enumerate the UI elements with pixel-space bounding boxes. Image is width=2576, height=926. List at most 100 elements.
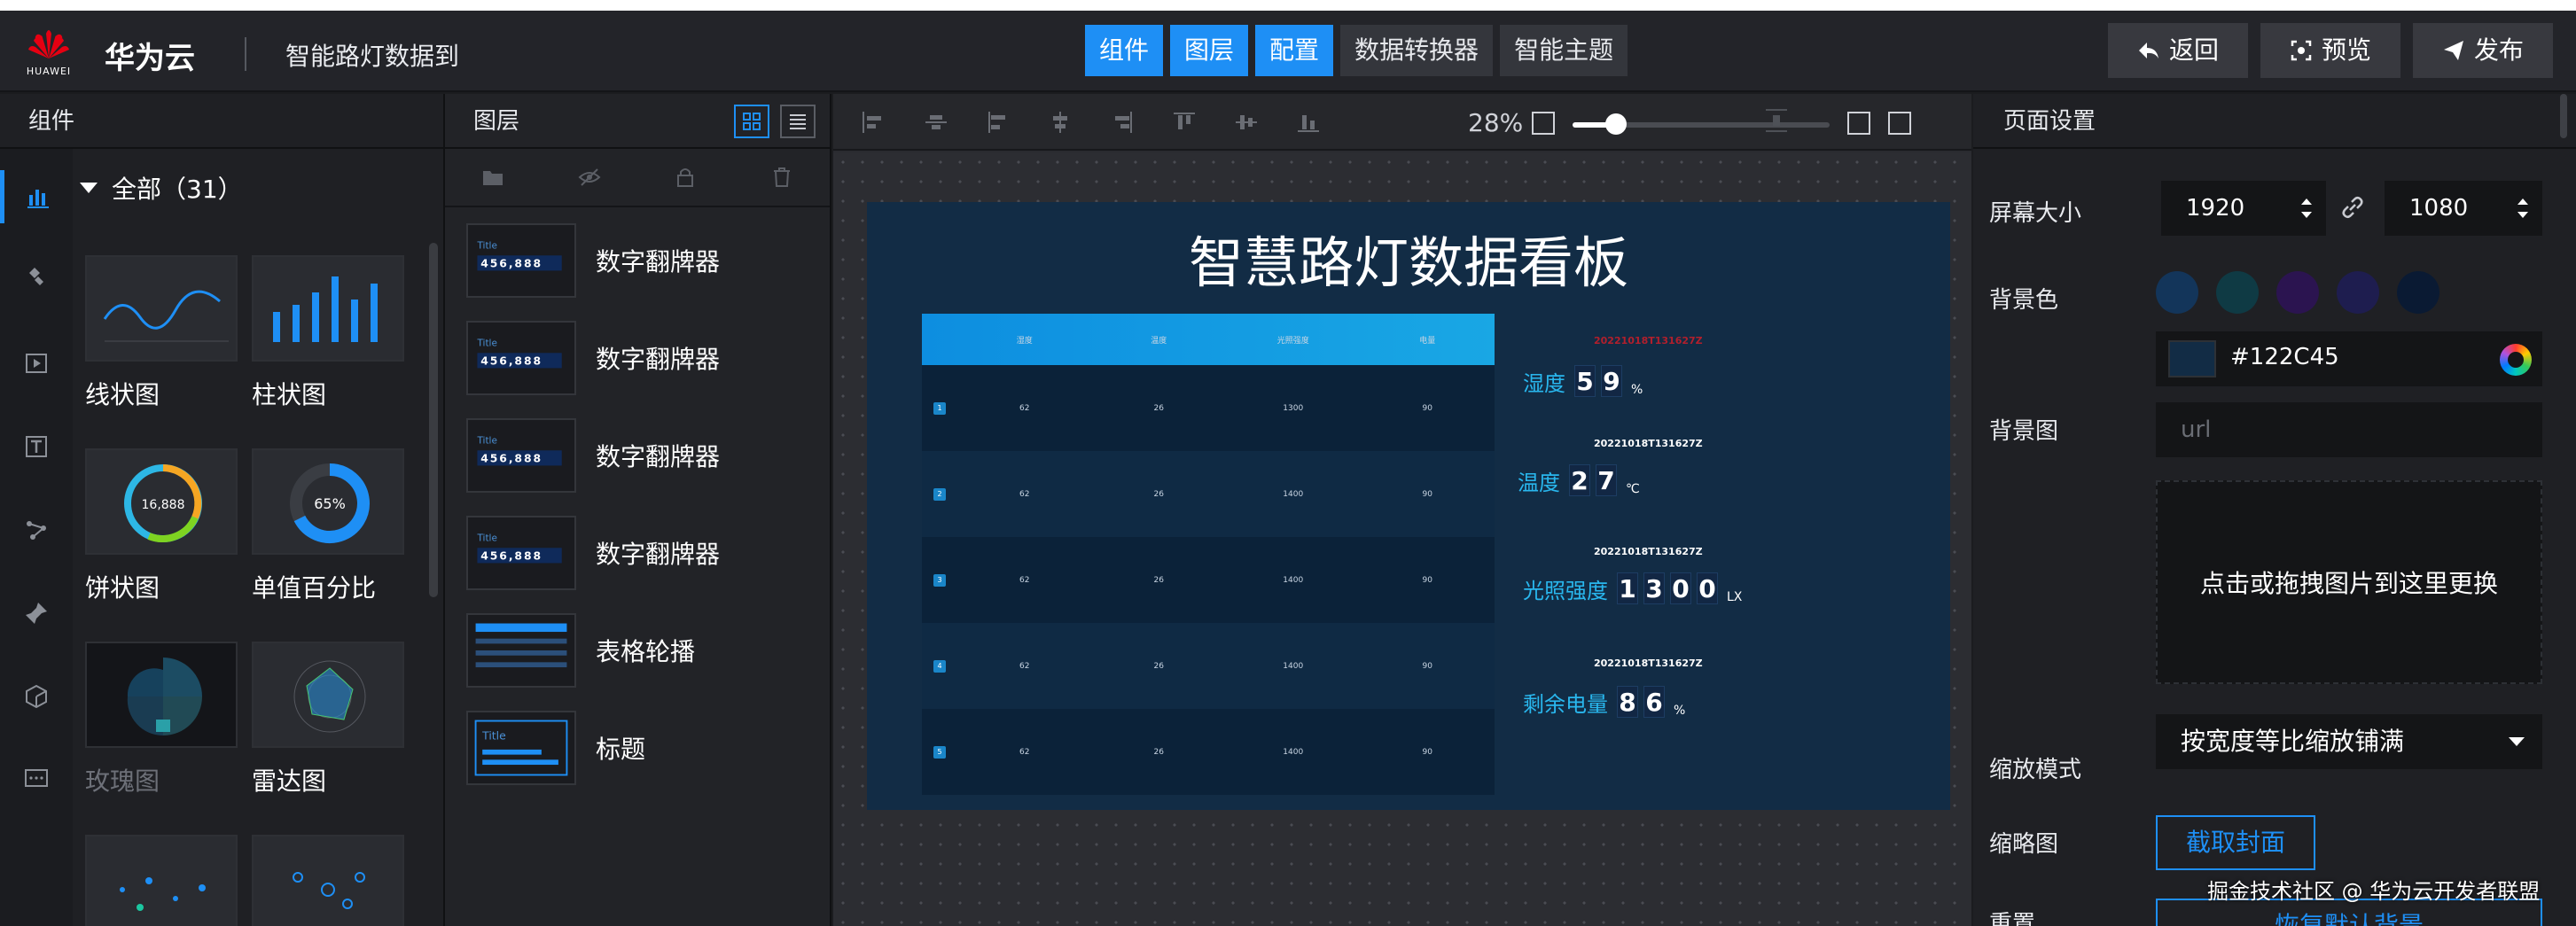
spinner-icon[interactable] (2516, 195, 2530, 222)
list-icon (790, 114, 806, 129)
layers-panel: 图层 Title 456,888 数字翻牌器 Title 456,888 数字翻牌器… (445, 94, 831, 926)
bar-chart-thumb-icon (252, 255, 404, 362)
publish-label: 发布 (2473, 35, 2524, 65)
table-row: 1 62 26 1300 90 (922, 365, 1495, 451)
delete-icon[interactable] (769, 165, 794, 190)
component-percent-ring[interactable]: 65% 单值百分比 (252, 448, 408, 604)
table-cell: 1400 (1283, 747, 1304, 757)
scale-mode-select[interactable]: 按宽度等比缩放铺满 (2156, 714, 2542, 769)
align-right-icon[interactable] (1108, 108, 1136, 136)
board-title[interactable]: 智慧路灯数据看板 (867, 218, 1950, 298)
component-scatter-1[interactable] (85, 835, 241, 926)
flip-counter-temperature[interactable]: 温度 2 7 ℃ (1518, 464, 1640, 496)
layer-thumb-digits: 456,888 (480, 258, 543, 270)
spinner-icon[interactable] (2299, 195, 2314, 222)
rail-map[interactable] (0, 250, 73, 303)
align-left-icon[interactable] (860, 108, 888, 136)
align-center-icon[interactable] (1046, 108, 1074, 136)
color-swatch[interactable] (2156, 271, 2198, 314)
category-toggle[interactable]: 全部（31） (80, 170, 243, 206)
list-view-button[interactable] (780, 105, 816, 138)
color-swatch[interactable] (2397, 271, 2439, 314)
component-rose-chart[interactable]: 玫瑰图 (85, 642, 241, 798)
rail-chart[interactable] (0, 170, 73, 223)
settings-scrollbar[interactable] (2560, 94, 2567, 138)
hide-icon[interactable] (577, 165, 602, 190)
flip-counter-light[interactable]: 光照强度 1 3 0 0 LX (1523, 572, 1742, 604)
publish-button[interactable]: 发布 (2413, 23, 2553, 78)
preview-button[interactable]: 预览 (2260, 23, 2400, 78)
color-picker-icon[interactable] (2500, 344, 2532, 376)
huawei-logo: HUAWEI (21, 25, 76, 80)
flip-unit: % (1674, 704, 1686, 718)
screen-size-label: 屏幕大小 (1989, 200, 2082, 227)
align-left-2-icon[interactable] (984, 108, 1012, 136)
align-bottom-icon[interactable] (1294, 108, 1323, 136)
fit-screen-button[interactable] (1888, 112, 1911, 135)
flip-label: 光照强度 (1523, 579, 1608, 603)
rail-relation[interactable] (0, 503, 73, 556)
folder-icon[interactable] (480, 165, 505, 190)
layer-item-table[interactable]: 表格轮播 (466, 613, 821, 688)
screen-width-input[interactable]: 1920 (2161, 181, 2326, 236)
capture-cover-button[interactable]: 截取封面 (2156, 815, 2315, 870)
rail-material[interactable] (0, 670, 73, 723)
back-button[interactable]: 返回 (2108, 23, 2248, 78)
color-swatch[interactable] (2337, 271, 2379, 314)
rail-text[interactable] (0, 420, 73, 473)
rail-interaction[interactable] (0, 587, 73, 640)
network-icon (27, 521, 46, 540)
tab-layers[interactable]: 图层 (1170, 25, 1249, 76)
rail-more[interactable] (0, 751, 73, 805)
distribute-vertical-icon[interactable] (1762, 106, 1791, 135)
link-icon[interactable] (2338, 193, 2367, 222)
color-preview-chip[interactable] (2168, 340, 2216, 377)
bg-image-dropzone[interactable]: 点击或拖拽图片到这里更换 (2156, 480, 2542, 684)
rail-media[interactable] (0, 337, 73, 390)
more-icon (25, 769, 48, 787)
flip-counter-battery[interactable]: 剩余电量 8 6 % (1523, 686, 1685, 718)
tab-config[interactable]: 配置 (1255, 25, 1334, 76)
media-icon (26, 354, 47, 373)
lock-icon[interactable] (673, 165, 698, 190)
component-pie-chart[interactable]: 16,888 饼状图 (85, 448, 241, 604)
canvas-stage[interactable]: 智慧路灯数据看板 湿度 温度 光照强度 电量 1 62 26 1300 90 2… (833, 152, 1971, 926)
component-bar-chart[interactable]: 柱状图 (252, 255, 408, 411)
layer-name: 数字翻牌器 (596, 345, 721, 374)
component-radar-chart[interactable]: 雷达图 (252, 642, 408, 798)
align-middle-icon[interactable] (1232, 108, 1261, 136)
component-line-chart[interactable]: 线状图 (85, 255, 241, 411)
tab-data-transformer[interactable]: 数据转换器 (1340, 25, 1494, 76)
flip-digit: 0 (1670, 572, 1691, 604)
bg-url-input[interactable]: url (2156, 402, 2542, 457)
layer-item-flip-4[interactable]: Title 456,888 数字翻牌器 (466, 516, 821, 590)
dashboard-board[interactable]: 智慧路灯数据看板 湿度 温度 光照强度 电量 1 62 26 1300 90 2… (867, 202, 1950, 810)
component-scatter-2[interactable] (252, 835, 408, 926)
layer-item-flip-1[interactable]: Title 456,888 数字翻牌器 (466, 223, 821, 298)
flip-counter-humidity[interactable]: 湿度 5 9 % (1523, 365, 1643, 397)
layer-item-title[interactable]: Title 标题 (466, 711, 821, 785)
project-name[interactable]: 智能路灯数据到 (285, 37, 459, 73)
align-top-icon[interactable] (1170, 108, 1198, 136)
screen-height-input[interactable]: 1080 (2385, 181, 2542, 236)
zoom-slider-handle[interactable] (1605, 113, 1628, 135)
components-scrollbar[interactable] (429, 243, 438, 597)
layer-item-flip-2[interactable]: Title 456,888 数字翻牌器 (466, 321, 821, 395)
color-swatch[interactable] (2276, 271, 2319, 314)
grid-view-button[interactable] (734, 105, 769, 138)
layer-thumb-title: Title (476, 436, 496, 447)
align-h-center-icon[interactable] (922, 108, 950, 136)
bg-color-input[interactable]: #122C45 (2156, 331, 2542, 386)
table-header: 湿度 温度 光照强度 电量 (922, 314, 1495, 365)
color-swatch[interactable] (2216, 271, 2259, 314)
layer-item-flip-3[interactable]: Title 456,888 数字翻牌器 (466, 418, 821, 493)
tab-smart-theme[interactable]: 智能主题 (1500, 25, 1628, 76)
table-cell: 1400 (1283, 489, 1304, 499)
zoom-in-button[interactable] (1847, 112, 1870, 135)
tab-components[interactable]: 组件 (1085, 25, 1164, 76)
table-row: 4 62 26 1400 90 (922, 623, 1495, 709)
layer-name: 数字翻牌器 (596, 540, 721, 569)
zoom-out-button[interactable] (1532, 112, 1555, 135)
table-cell: 26 (1153, 489, 1164, 499)
carousel-table[interactable]: 湿度 温度 光照强度 电量 1 62 26 1300 90 2 62 26 14… (922, 314, 1495, 798)
